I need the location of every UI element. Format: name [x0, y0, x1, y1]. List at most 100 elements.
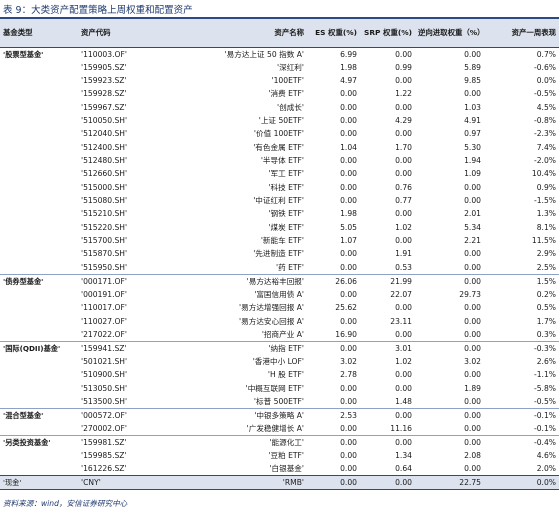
contrarian-weight-cell: 1.03: [464, 102, 481, 112]
asset-name-cell: '易方达安心回报 A': [239, 316, 304, 326]
asset-code-cell: '515000.SH': [81, 182, 128, 192]
table-row: '512040.SH' '价值 100ETF' 0.00 0.00 0.97 -2.3%: [0, 127, 559, 140]
weekly-performance-cell: -2.3%: [533, 129, 556, 139]
srp-weight-cell: 1.48: [395, 396, 412, 406]
srp-weight-cell: 1.70: [395, 142, 412, 152]
source-note: 资料来源：wind，安信证券研究中心: [3, 499, 128, 508]
srp-weight-cell: 23.11: [390, 316, 412, 326]
srp-weight-cell: 0.76: [395, 182, 412, 192]
asset-code-cell: '217022.OF': [81, 329, 127, 339]
weekly-performance-cell: -0.5%: [533, 396, 556, 406]
asset-code-cell: '000171.OF': [78, 273, 166, 288]
category-cell: '现金': [0, 475, 78, 491]
weekly-performance-cell: -0.6%: [533, 62, 556, 72]
table-row: '510050.SH' '上证 50ETF' 0.00 4.29 4.91 -0.8%: [0, 114, 559, 127]
weekly-performance-cell: 0.9%: [536, 182, 556, 192]
asset-name-cell: '半导体 ETF': [260, 156, 304, 166]
table-row: '另类投资基金' '159981.SZ' '能源化工' 0.00 0.00 0.00 -0.…: [0, 434, 559, 476]
contrarian-weight-cell: 0.00: [464, 423, 481, 433]
srp-weight-cell: 0.53: [395, 262, 412, 272]
table-row: '159985.SZ' '豆粕 ETF' 0.00 1.34 2.08 4.6%: [0, 449, 559, 462]
header-asset-name: 资产名称: [166, 19, 307, 48]
weekly-performance-cell: 0.0%: [536, 76, 556, 86]
es-weight-cell: 0.00: [340, 116, 357, 126]
table-row: '515080.SH' '中证红利 ETF' 0.00 0.77 0.00 -1.5%: [0, 194, 559, 207]
header-row: 基金类型 资产代码 资产名称 ES 权重(%) SRP 权重(%) 逆向进取权重…: [0, 19, 559, 48]
category-cell: '另类投资基金': [0, 434, 78, 476]
contrarian-weight-cell: 5.30: [464, 142, 481, 152]
es-weight-cell: 0.00: [340, 196, 357, 206]
es-weight-cell: 3.02: [340, 356, 357, 366]
asset-code-cell: '159923.SZ': [81, 76, 127, 86]
es-weight-cell: 0.00: [340, 249, 357, 259]
srp-weight-cell: 1.02: [395, 222, 412, 232]
es-weight-cell: 0.00: [340, 464, 357, 474]
es-weight-cell: 0.00: [340, 262, 357, 272]
table-title: 表 9：大类资产配置策略上周权重和配置资产: [3, 5, 193, 16]
table-row: '515700.SH' '新能车 ETF' 1.07 0.00 2.21 11.5%: [0, 234, 559, 247]
weekly-performance-cell: 0.3%: [536, 329, 556, 339]
srp-weight-cell: 0.99: [395, 62, 412, 72]
asset-code-cell: '512480.SH': [81, 156, 128, 166]
srp-weight-cell: 0.00: [395, 156, 412, 166]
asset-name-cell: '钢铁 ETF': [268, 209, 304, 219]
header-asset-code: 资产代码: [78, 19, 166, 48]
weekly-performance-cell: -0.8%: [533, 116, 556, 126]
asset-name-cell: '价值 100ETF': [253, 129, 304, 139]
contrarian-weight-cell: 1.94: [464, 156, 481, 166]
weekly-performance-cell: 2.6%: [536, 356, 556, 366]
asset-name-cell: '100ETF': [271, 76, 304, 86]
asset-name-cell: '煤炭 ETF': [268, 222, 304, 232]
table-row: '515210.SH' '钢铁 ETF' 1.98 0.00 2.01 1.3%: [0, 207, 559, 220]
es-weight-cell: 2.78: [340, 370, 357, 380]
es-weight-cell: 0.00: [340, 169, 357, 179]
asset-code-cell: '515220.SH': [81, 222, 128, 232]
asset-name-cell: '创成长': [277, 102, 304, 112]
table-row: '270002.OF' '广发稳健增长 A' 0.00 11.16 0.00 -0.1%: [0, 422, 559, 436]
weekly-performance-cell: -1.5%: [533, 196, 556, 206]
asset-code-cell: '110017.OF': [81, 303, 127, 313]
contrarian-weight-cell: 3.02: [464, 356, 481, 366]
weekly-performance-cell: 7.4%: [536, 142, 556, 152]
srp-weight-cell: 0.00: [360, 434, 415, 449]
es-weight-cell: 0.00: [340, 396, 357, 406]
table-row: '515870.SH' '先进制造 ETF' 0.00 1.91 0.00 2.9%: [0, 247, 559, 260]
srp-weight-cell: 0.00: [360, 407, 415, 422]
asset-name-cell: '先进制造 ETF': [253, 249, 304, 259]
asset-code-cell: '515700.SH': [81, 236, 128, 246]
srp-weight-cell: 4.29: [395, 116, 412, 126]
contrarian-weight-cell: 1.09: [464, 169, 481, 179]
asset-code-cell: '513050.SH': [81, 383, 128, 393]
contrarian-weight-cell: 0.00: [415, 273, 484, 288]
asset-code-cell: '515870.SH': [81, 249, 128, 259]
header-weekly-performance: 资产一周表现: [484, 19, 559, 48]
table-row: '混合型基金' '000572.OF' '中银多策略 A' 2.53 0.00 0.00-…: [0, 407, 559, 436]
weekly-performance-cell: 2.5%: [536, 262, 556, 272]
asset-name-cell: '有色金属 ETF': [253, 142, 304, 152]
table-row: '513500.SH' '标普 500ETF' 0.00 1.48 0.00 -0.5%: [0, 395, 559, 409]
asset-name-cell: '广发稳健增长 A': [246, 423, 304, 433]
asset-name-cell: 'RMB': [166, 475, 307, 491]
asset-code-cell: '501021.SH': [81, 356, 128, 366]
asset-name-cell: '新能车 ETF': [260, 236, 304, 246]
srp-weight-cell: 0.77: [395, 196, 412, 206]
asset-code-cell: '270002.OF': [81, 423, 127, 433]
srp-weight-cell: 0.00: [395, 329, 412, 339]
weekly-performance-cell: -2.0%: [533, 156, 556, 166]
es-weight-cell: 6.99: [340, 49, 357, 59]
table-row: '217022.OF' '招商产业 A' 16.90 0.00 0.00 0.3%: [0, 328, 559, 342]
weekly-performance-cell: 0.7%: [536, 49, 556, 59]
es-weight-cell: 0.00: [340, 156, 357, 166]
es-weight-cell: 0.00: [307, 475, 360, 491]
weekly-performance-cell: -0.3%: [484, 340, 559, 355]
category-cell: '混合型基金': [0, 407, 78, 436]
es-weight-cell: 1.07: [340, 236, 357, 246]
asset-code-cell: '510900.SH': [81, 370, 128, 380]
asset-name-cell: '中银多策略 A': [166, 407, 307, 422]
header-contrarian-weight: 逆向进取权重（%）: [415, 19, 485, 48]
asset-name-cell: '富国信用债 A': [254, 289, 304, 299]
es-weight-cell: 16.90: [335, 329, 357, 339]
es-weight-cell: 26.06: [307, 273, 360, 288]
header-es-weight: ES 权重(%): [307, 19, 360, 48]
weekly-performance-cell: 2.9%: [536, 249, 556, 259]
